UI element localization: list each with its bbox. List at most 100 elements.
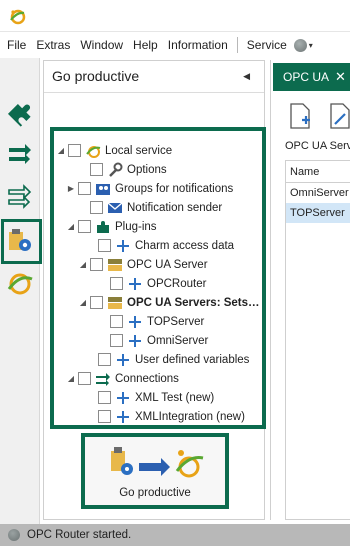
panel-header: Go productive ◀	[44, 61, 264, 93]
menu-file[interactable]: File	[0, 34, 31, 56]
checkbox[interactable]	[110, 334, 123, 347]
new-document-icon[interactable]	[287, 102, 313, 130]
expanded-icon[interactable]: ◢	[56, 146, 66, 155]
menu-help[interactable]: Help	[128, 34, 163, 56]
status-dot-icon	[293, 38, 307, 52]
plus-icon	[127, 333, 143, 349]
panel-title: Go productive	[52, 68, 140, 84]
tree-item-opc-ua-server[interactable]: ◢ OPC UA Server	[78, 255, 208, 274]
tree-item-label: OPC UA Server	[127, 258, 208, 271]
plus-icon	[127, 314, 143, 330]
tree-item-local-service[interactable]: ◢ Local service	[56, 141, 172, 160]
edit-document-icon[interactable]	[327, 102, 350, 130]
checkbox[interactable]	[98, 410, 111, 423]
checkbox[interactable]	[110, 315, 123, 328]
close-icon[interactable]: ✕	[335, 63, 346, 91]
checkbox[interactable]	[68, 144, 81, 157]
tree-item-label: Plug-ins	[115, 220, 157, 233]
wrench-icon	[107, 162, 123, 178]
checkbox[interactable]	[98, 391, 111, 404]
column-header-name[interactable]: Name	[286, 161, 350, 183]
opc-ua-panel: OPC UA ✕ OPC UA Serve Name OmniServer TO…	[270, 60, 350, 520]
expanded-icon[interactable]: ◢	[66, 374, 76, 383]
tree-item-plug-ins[interactable]: ◢ Plug-ins	[66, 217, 157, 236]
opc-server-icon	[107, 257, 123, 273]
chevron-down-icon: ▾	[308, 40, 313, 50]
checkbox[interactable]	[78, 182, 91, 195]
tree-item-label: Connections	[115, 372, 179, 385]
section-label: OPC UA Serve	[285, 140, 350, 152]
tree-item-groups-for-notifications[interactable]: ▶ Groups for notifications	[66, 179, 233, 198]
sidebar	[0, 58, 40, 524]
table-row-selected[interactable]: TOPServer	[286, 203, 350, 223]
collapse-left-icon[interactable]: ◀	[243, 71, 250, 82]
title-bar	[0, 0, 350, 32]
checkbox[interactable]	[98, 353, 111, 366]
checkbox[interactable]	[90, 258, 103, 271]
plus-icon	[127, 276, 143, 292]
tree-item-opcrouter[interactable]: OPCRouter	[98, 274, 206, 293]
tree-item-charm-access-data[interactable]: Charm access data	[86, 236, 234, 255]
collapsed-icon[interactable]: ▶	[66, 184, 76, 193]
sidebar-transfer-outline[interactable]	[6, 182, 34, 210]
opc-router-logo-icon	[10, 9, 26, 25]
sidebar-transfer[interactable]	[6, 140, 34, 168]
table-row[interactable]: OmniServer	[286, 183, 350, 203]
status-text: OPC Router started.	[27, 529, 132, 541]
expanded-icon[interactable]: ◢	[66, 222, 76, 231]
checkbox[interactable]	[78, 220, 91, 233]
checkbox[interactable]	[98, 239, 111, 252]
opc-server-icon	[107, 295, 123, 311]
checkbox[interactable]	[90, 201, 103, 214]
tree-item-label: Local service	[105, 144, 173, 157]
checkbox[interactable]	[110, 277, 123, 290]
local-service-icon	[85, 143, 101, 159]
plus-icon	[115, 390, 131, 406]
tree-item-label: Options	[127, 163, 167, 176]
status-bar: OPC Router started.	[0, 524, 350, 546]
mail-icon	[107, 200, 123, 216]
tree-item-label: XMLIntegration (new)	[135, 410, 245, 423]
expanded-icon[interactable]: ◢	[78, 260, 88, 269]
tree-item-label: Charm access data	[135, 239, 235, 252]
tree-item-topserver[interactable]: TOPServer	[98, 312, 204, 331]
menu-bar: File Extras Window Help Information Serv…	[0, 34, 350, 56]
sidebar-connections[interactable]	[6, 270, 34, 298]
server-table: Name OmniServer TOPServer	[285, 160, 350, 520]
menu-information[interactable]: Information	[163, 34, 233, 56]
arrows-icon	[95, 371, 111, 387]
tree-item-omniserver[interactable]: OmniServer	[98, 331, 208, 350]
menu-service[interactable]: Service	[242, 34, 292, 56]
status-led-icon	[8, 529, 20, 541]
expanded-icon[interactable]: ◢	[78, 298, 88, 307]
tree-item-label: TOPServer	[147, 315, 205, 328]
tree-item-xmlintegration[interactable]: XMLIntegration (new)	[86, 407, 245, 426]
checkbox[interactable]	[90, 163, 103, 176]
tree-item-xml-test[interactable]: XML Test (new)	[86, 388, 214, 407]
puzzle-icon	[95, 219, 111, 235]
sidebar-highlight-frame	[1, 219, 42, 264]
service-status-dropdown[interactable]: ▾	[293, 38, 313, 52]
tab-label: OPC UA	[283, 70, 330, 84]
arrows-outline-icon	[8, 184, 32, 209]
tab-opc-ua[interactable]: OPC UA ✕	[273, 63, 350, 91]
menu-separator	[236, 37, 238, 53]
puzzle-icon	[7, 103, 31, 127]
arrows-icon	[9, 144, 31, 164]
tree-item-label: Notification sender	[127, 201, 223, 214]
checkbox[interactable]	[90, 296, 103, 309]
tree-item-opc-ua-servers-sets[interactable]: ◢ OPC UA Servers: Sets…	[78, 293, 260, 312]
checkbox[interactable]	[78, 372, 91, 385]
users-icon	[95, 181, 111, 197]
tree-item-options[interactable]: Options	[78, 160, 167, 179]
tree-item-notification-sender[interactable]: Notification sender	[78, 198, 222, 217]
menu-window[interactable]: Window	[75, 34, 128, 56]
tree-item-connections[interactable]: ◢ Connections	[66, 369, 179, 388]
tree-item-label: OPCRouter	[147, 277, 207, 290]
menu-extras[interactable]: Extras	[31, 34, 75, 56]
sidebar-plugins[interactable]	[6, 100, 34, 128]
go-productive-button[interactable]: Go productive	[81, 433, 229, 509]
plus-icon	[115, 409, 131, 425]
tree-item-label: OPC UA Servers: Sets…	[127, 296, 260, 309]
tree-item-user-defined-variables[interactable]: User defined variables	[86, 350, 249, 369]
